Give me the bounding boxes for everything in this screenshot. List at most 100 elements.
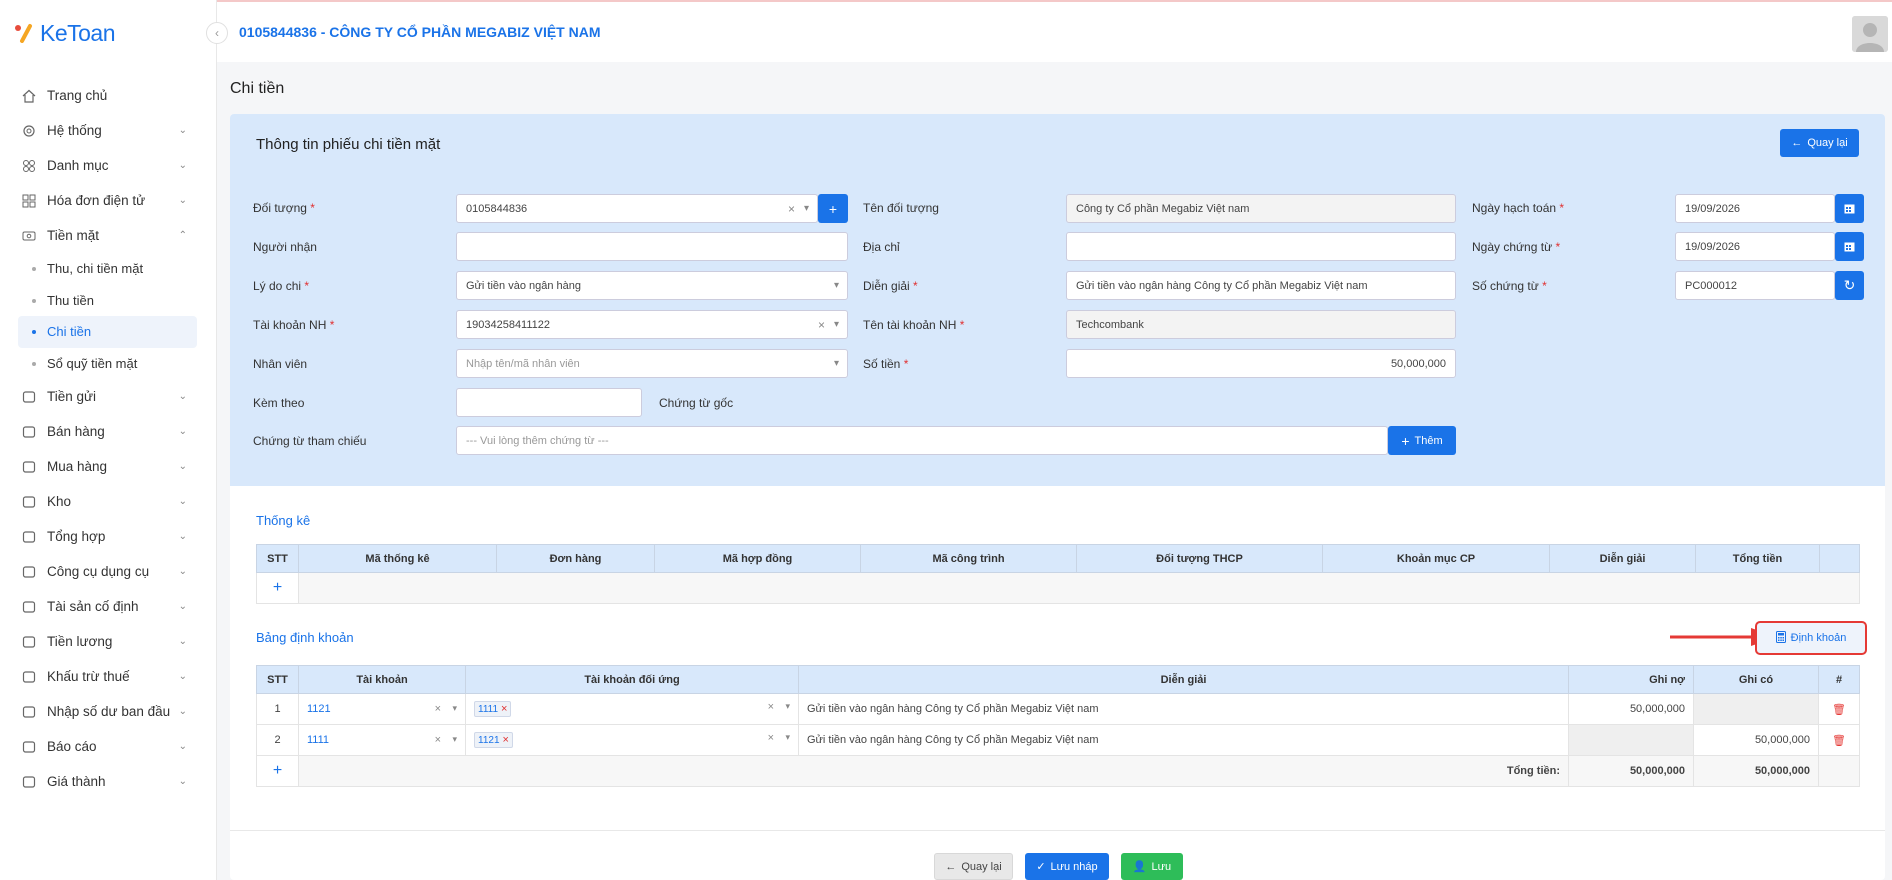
tai-khoan-nh-select[interactable]: 19034258411122 × ▾ — [456, 310, 848, 339]
them-button[interactable]: + Thêm — [1388, 426, 1456, 455]
caret-down-icon[interactable]: ▾ — [785, 732, 790, 743]
subnav-so-quy[interactable]: Sổ quỹ tiền mặt — [0, 348, 217, 380]
clear-icon[interactable]: × — [818, 318, 825, 332]
subnav-chi-tien[interactable]: Chi tiền — [18, 316, 197, 348]
caret-down-icon[interactable]: ▾ — [785, 701, 790, 712]
placeholder-text: --- Vui lòng thêm chứng từ --- — [466, 434, 609, 447]
label-text: Ngày hạch toán — [1472, 201, 1557, 215]
clear-icon[interactable]: × — [768, 701, 774, 713]
back-bottom-button[interactable]: ← Quay lại — [934, 853, 1013, 880]
nav-label: Khấu trừ thuế — [47, 669, 130, 684]
tai-khoan-select[interactable]: 1111 × ▾ — [298, 724, 466, 756]
sales-icon — [21, 424, 37, 440]
nav-item[interactable]: Tổng hợp ⌄ — [0, 519, 217, 554]
caret-down-icon[interactable]: ▾ — [452, 734, 457, 745]
nav-label: Tiền lương — [47, 634, 113, 649]
calendar-icon[interactable] — [1835, 194, 1864, 223]
caret-down-icon[interactable]: ▾ — [834, 319, 839, 330]
save-draft-button[interactable]: ✓ Lưu nháp — [1025, 853, 1109, 880]
topbar: 0105844836 - CÔNG TY CỔ PHẦN MEGABIZ VIỆ… — [217, 0, 1892, 62]
trash-icon[interactable]: 🗑 — [1818, 693, 1860, 725]
check-icon: ✓ — [1036, 861, 1046, 873]
chevron-down-icon: ⌄ — [178, 461, 187, 472]
nav-item[interactable]: Nhập số dư ban đầu ⌄ — [0, 694, 217, 729]
calendar-icon[interactable] — [1835, 232, 1864, 261]
tk-doi-ung-select[interactable]: 1121 × × ▾ — [465, 724, 799, 756]
ly-do-chi-select[interactable]: Gửi tiền vào ngân hàng ▾ — [456, 271, 848, 300]
avatar[interactable] — [1852, 16, 1888, 52]
clear-icon[interactable]: × — [435, 734, 441, 746]
refresh-icon[interactable]: ↻ — [1835, 271, 1864, 300]
button-label: Quay lại — [961, 860, 1002, 873]
dien-giai-cell[interactable]: Gửi tiền vào ngân hàng Công ty Cổ phần M… — [798, 724, 1569, 756]
save-button[interactable]: 👤 Lưu — [1121, 853, 1183, 880]
ghi-no-cell[interactable]: 50,000,000 — [1568, 693, 1694, 725]
add-row-icon[interactable]: + — [256, 572, 299, 604]
caret-down-icon[interactable]: ▾ — [834, 280, 839, 291]
so-chung-tu-input[interactable]: PC000012 — [1675, 271, 1835, 300]
nav-item[interactable]: Bán hàng ⌄ — [0, 414, 217, 449]
nav-item[interactable]: Tiền lương ⌄ — [0, 624, 217, 659]
tk-doi-ung-select[interactable]: 1111 × × ▾ — [465, 693, 799, 725]
nav-catalog[interactable]: Danh mục ⌄ — [0, 148, 217, 183]
nav-item[interactable]: Kho ⌄ — [0, 484, 217, 519]
clear-icon[interactable]: × — [435, 703, 441, 715]
ngay-hach-toan-input[interactable]: 19/09/2026 — [1675, 194, 1835, 223]
total-label: Tổng tiền: — [298, 755, 1569, 787]
column-header: STT — [256, 544, 299, 573]
required-mark: * — [913, 279, 918, 293]
company-name[interactable]: 0105844836 - CÔNG TY CỔ PHẦN MEGABIZ VIỆ… — [239, 24, 601, 40]
dinh-khoan-button[interactable]: Định khoản — [1755, 621, 1867, 655]
clear-icon[interactable]: × — [768, 732, 774, 744]
nhan-vien-select[interactable]: Nhập tên/mã nhân viên ▾ — [456, 349, 848, 378]
label-text: Đối tượng — [253, 201, 307, 215]
ten-doi-tuong-input[interactable]: Công ty Cổ phần Megabiz Việt nam — [1066, 194, 1456, 223]
nav-home[interactable]: Trang chủ — [0, 78, 217, 113]
column-header: STT — [256, 665, 299, 694]
subnav-thu-chi[interactable]: Thu, chi tiền mặt — [0, 253, 217, 285]
caret-down-icon[interactable]: ▾ — [804, 203, 809, 214]
caret-down-icon[interactable]: ▾ — [834, 358, 839, 369]
so-tien-input[interactable]: 50,000,000 — [1066, 349, 1456, 378]
add-object-button[interactable]: + — [818, 194, 848, 223]
nav-system[interactable]: Hệ thống ⌄ — [0, 113, 217, 148]
table-row: 1 1121 × ▾ 1111 × × ▾ Gửi tiền vào ngân hàng … — [256, 693, 1860, 725]
label-text: Lý do chi — [253, 279, 302, 293]
nav-item[interactable]: Mua hàng ⌄ — [0, 449, 217, 484]
nav-item[interactable]: Giá thành ⌄ — [0, 764, 217, 799]
nav-cash[interactable]: Tiền mặt ⌃ — [0, 218, 217, 253]
nav-item[interactable]: Báo cáo ⌄ — [0, 729, 217, 764]
chevron-down-icon: ⌄ — [178, 125, 187, 136]
column-header: Mã thống kê — [298, 544, 497, 573]
doi-tuong-select[interactable]: 0105844836 × ▾ — [456, 194, 818, 223]
nav-item[interactable]: Công cụ dụng cụ ⌄ — [0, 554, 217, 589]
nav-item[interactable]: Khấu trừ thuế ⌄ — [0, 659, 217, 694]
ly-do-chi-label: Lý do chi * — [253, 279, 309, 293]
clear-icon[interactable]: × — [788, 202, 795, 216]
back-button[interactable]: ← Quay lại — [1780, 129, 1859, 157]
trash-icon[interactable]: 🗑 — [1818, 724, 1860, 756]
nav-item[interactable]: Tài sản cố định ⌄ — [0, 589, 217, 624]
total-no: 50,000,000 — [1568, 755, 1694, 787]
add-row-icon[interactable]: + — [256, 755, 299, 787]
remove-tag-icon[interactable]: × — [501, 703, 507, 715]
dien-giai-cell[interactable]: Gửi tiền vào ngân hàng Công ty Cổ phần M… — [798, 693, 1569, 725]
dia-chi-input[interactable] — [1066, 232, 1456, 261]
them-button-label: Thêm — [1414, 434, 1443, 447]
app-logo[interactable]: KeToan — [14, 18, 116, 48]
nguoi-nhan-input[interactable] — [456, 232, 848, 261]
tai-khoan-select[interactable]: 1121 × ▾ — [298, 693, 466, 725]
nav-einvoice[interactable]: Hóa đơn điện tử ⌄ — [0, 183, 217, 218]
remove-tag-icon[interactable]: × — [503, 734, 509, 746]
ten-tk-nh-input[interactable]: Techcombank — [1066, 310, 1456, 339]
ct-tham-chieu-input[interactable]: --- Vui lòng thêm chứng từ --- — [456, 426, 1388, 455]
dien-giai-input[interactable]: Gửi tiền vào ngân hàng Công ty Cổ phần M… — [1066, 271, 1456, 300]
nav-item[interactable]: Tiền gửi ⌄ — [0, 379, 217, 414]
collapse-sidebar-button[interactable]: ‹ — [206, 22, 228, 44]
ngay-chung-tu-input[interactable]: 19/09/2026 — [1675, 232, 1835, 261]
kem-theo-input[interactable] — [456, 388, 642, 417]
bullet-icon — [32, 267, 36, 271]
subnav-thu-tien[interactable]: Thu tiền — [0, 285, 217, 317]
caret-down-icon[interactable]: ▾ — [452, 703, 457, 714]
ghi-co-cell[interactable]: 50,000,000 — [1693, 724, 1819, 756]
